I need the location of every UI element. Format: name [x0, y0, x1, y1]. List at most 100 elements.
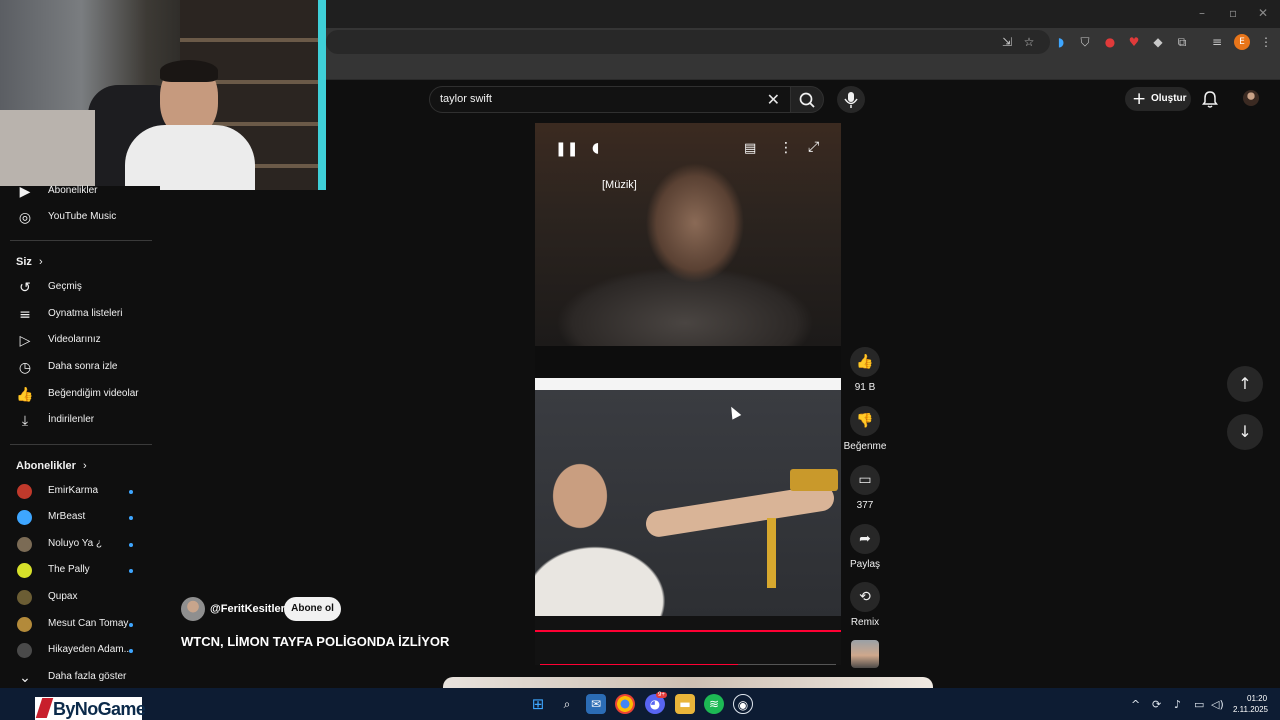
create-label: Oluştur	[1151, 93, 1187, 104]
sidebar-item-label: Videolarınız	[48, 334, 101, 345]
search-input[interactable]: taylor swift ✕	[429, 86, 791, 113]
extension-adblock-icon[interactable]: ●	[1102, 34, 1118, 50]
sidebar-item-youtube-music[interactable]: ◎ YouTube Music	[0, 205, 155, 231]
tray-display-icon[interactable]: ▭	[1194, 698, 1204, 711]
minimize-icon[interactable]: –	[1199, 6, 1205, 20]
playlists-icon: ≡	[19, 307, 31, 323]
sidebar-item-watch-later[interactable]: ◷ Daha sonra izle	[0, 355, 155, 381]
tray-sync-icon[interactable]: ⟳	[1152, 698, 1161, 711]
comment-count: 377	[856, 500, 874, 511]
plus-icon: +	[1132, 89, 1147, 109]
like-button[interactable]: 👍	[850, 347, 880, 377]
progress-fill	[540, 664, 739, 665]
spotify-icon[interactable]: ≋	[704, 694, 724, 714]
thumbs-up-icon: 👍	[856, 354, 874, 370]
notifications-button[interactable]	[1200, 89, 1220, 109]
account-avatar[interactable]	[1243, 90, 1259, 106]
pause-icon[interactable]: ❚❚	[555, 141, 578, 157]
video-bottom-strip	[535, 616, 841, 665]
sidebar-subscription[interactable]: Noluyo Ya ¿	[0, 532, 155, 558]
install-app-icon[interactable]: ⇲	[999, 34, 1015, 50]
browser-menu-icon[interactable]: ⋮	[1258, 34, 1274, 50]
obs-icon[interactable]: ◉	[733, 694, 753, 714]
clear-search-icon[interactable]: ✕	[767, 90, 780, 109]
search-button[interactable]	[790, 86, 824, 113]
subscribe-button[interactable]: Abone ol	[284, 597, 341, 621]
video-frame-gap	[535, 346, 841, 378]
volume-icon[interactable]: ◖	[592, 140, 599, 156]
taskbar-search-icon[interactable]: ⌕	[557, 694, 577, 714]
chrome-icon[interactable]	[615, 694, 635, 714]
previous-video-button[interactable]: ↑	[1227, 366, 1263, 402]
dislike-button[interactable]: 👎	[850, 406, 880, 436]
extension-red-icon[interactable]: ♥	[1126, 34, 1142, 50]
tab-search-icon[interactable]: ≡	[1209, 34, 1225, 50]
sidebar-subscription[interactable]: The Pally	[0, 558, 155, 584]
bookmark-star-icon[interactable]: ☆	[1021, 34, 1037, 50]
new-content-dot	[129, 543, 133, 547]
more-options-icon[interactable]: ⋮	[779, 140, 793, 156]
clock-date[interactable]: 2.11.2025	[1233, 705, 1268, 714]
sidebar-item-label: İndirilenler	[48, 414, 95, 425]
share-icon: ➦	[859, 531, 871, 547]
extension-translate-icon[interactable]: ◗	[1053, 34, 1069, 50]
you-section-heading[interactable]: Siz ›	[16, 256, 43, 268]
channel-avatar[interactable]	[181, 597, 205, 621]
channel-name[interactable]: @FeritKesitler	[210, 603, 285, 615]
youtube-music-icon: ◎	[18, 210, 32, 226]
clock-time[interactable]: 01:20	[1247, 694, 1267, 703]
sidebar-item-history[interactable]: ↺ Geçmiş	[0, 275, 155, 301]
extension-diamond-icon[interactable]: ◆	[1150, 34, 1166, 50]
bynogame-logo: ByNoGame	[35, 697, 146, 720]
create-button[interactable]: + Oluştur	[1125, 87, 1191, 111]
address-bar[interactable]: ⇲ ☆	[326, 30, 1050, 54]
share-label: Paylaş	[849, 559, 880, 570]
tray-volume-icon[interactable]: ◁)	[1211, 698, 1224, 711]
channel-avatar	[17, 643, 32, 658]
sidebar-item-subscriptions[interactable]: ▶ Abonelikler	[0, 179, 155, 205]
sidebar-subscription[interactable]: MrBeast	[0, 505, 155, 531]
extension-shield-icon[interactable]: ⛉	[1077, 34, 1093, 50]
next-video-button[interactable]: ↓	[1227, 414, 1263, 450]
video-title[interactable]: WTCN, LİMON TAYFA POLİGONDA İZLİYOR	[181, 634, 449, 649]
tray-mic-icon[interactable]: ♪	[1174, 698, 1181, 711]
sidebar-subscription[interactable]: Qupax	[0, 585, 155, 611]
file-explorer-icon[interactable]: ▬	[675, 694, 695, 714]
sidebar-item-your-videos[interactable]: ▷ Videolarınız	[0, 328, 155, 354]
remix-button[interactable]: ⟲	[850, 582, 880, 612]
windows-taskbar	[0, 688, 1280, 720]
comments-button[interactable]: ▭	[850, 465, 880, 495]
dislike-label: Beğenme	[843, 441, 887, 452]
channel-avatar	[17, 484, 32, 499]
sidebar-item-playlists[interactable]: ≡ Oynatma listeleri	[0, 302, 155, 328]
close-window-icon[interactable]: ✕	[1258, 6, 1268, 20]
arrow-down-icon: ↓	[1238, 422, 1252, 441]
subscriptions-section-heading[interactable]: Abonelikler ›	[16, 460, 87, 472]
channel-avatar	[17, 510, 32, 525]
windows-start-icon[interactable]: ⊞	[528, 694, 548, 714]
remix-icon: ⟲	[859, 589, 871, 605]
sidebar-subscription[interactable]: EmirKarma	[0, 479, 155, 505]
progress-bar[interactable]	[540, 664, 836, 665]
sidebar-item-liked-videos[interactable]: 👍 Beğendiğim videolar	[0, 382, 155, 408]
captions-icon[interactable]: ▤	[744, 141, 756, 156]
channel-thumbnail[interactable]	[851, 640, 879, 668]
voice-search-button[interactable]	[837, 86, 865, 113]
sidebar: ▶ Abonelikler ◎ YouTube Music Siz › ↺ Ge…	[0, 184, 160, 686]
sidebar-item-downloads[interactable]: ⤓ İndirilenler	[0, 408, 155, 434]
profile-avatar-icon[interactable]: E	[1234, 34, 1250, 50]
video-prop-stand	[767, 518, 776, 588]
sidebar-item-label: Oynatma listeleri	[48, 308, 123, 319]
share-button[interactable]: ➦	[850, 524, 880, 554]
outlook-icon[interactable]: ✉	[586, 694, 606, 714]
sidebar-subscription[interactable]: Hikayeden Adam...	[0, 638, 155, 664]
extensions-puzzle-icon[interactable]: ⧉	[1174, 34, 1190, 50]
sidebar-subscription[interactable]: Mesut Can Tomay	[0, 612, 155, 638]
shorts-video-player[interactable]: ❚❚ ◖ [Müzik] ▤ ⋮ ⤢	[535, 123, 841, 665]
channel-avatar	[17, 617, 32, 632]
tray-overflow-icon[interactable]: ^	[1131, 698, 1140, 711]
clock-icon: ◷	[18, 360, 32, 376]
maximize-icon[interactable]: ▫	[1229, 6, 1237, 20]
fullscreen-icon[interactable]: ⤢	[808, 139, 819, 155]
subscription-name: EmirKarma	[48, 485, 99, 496]
